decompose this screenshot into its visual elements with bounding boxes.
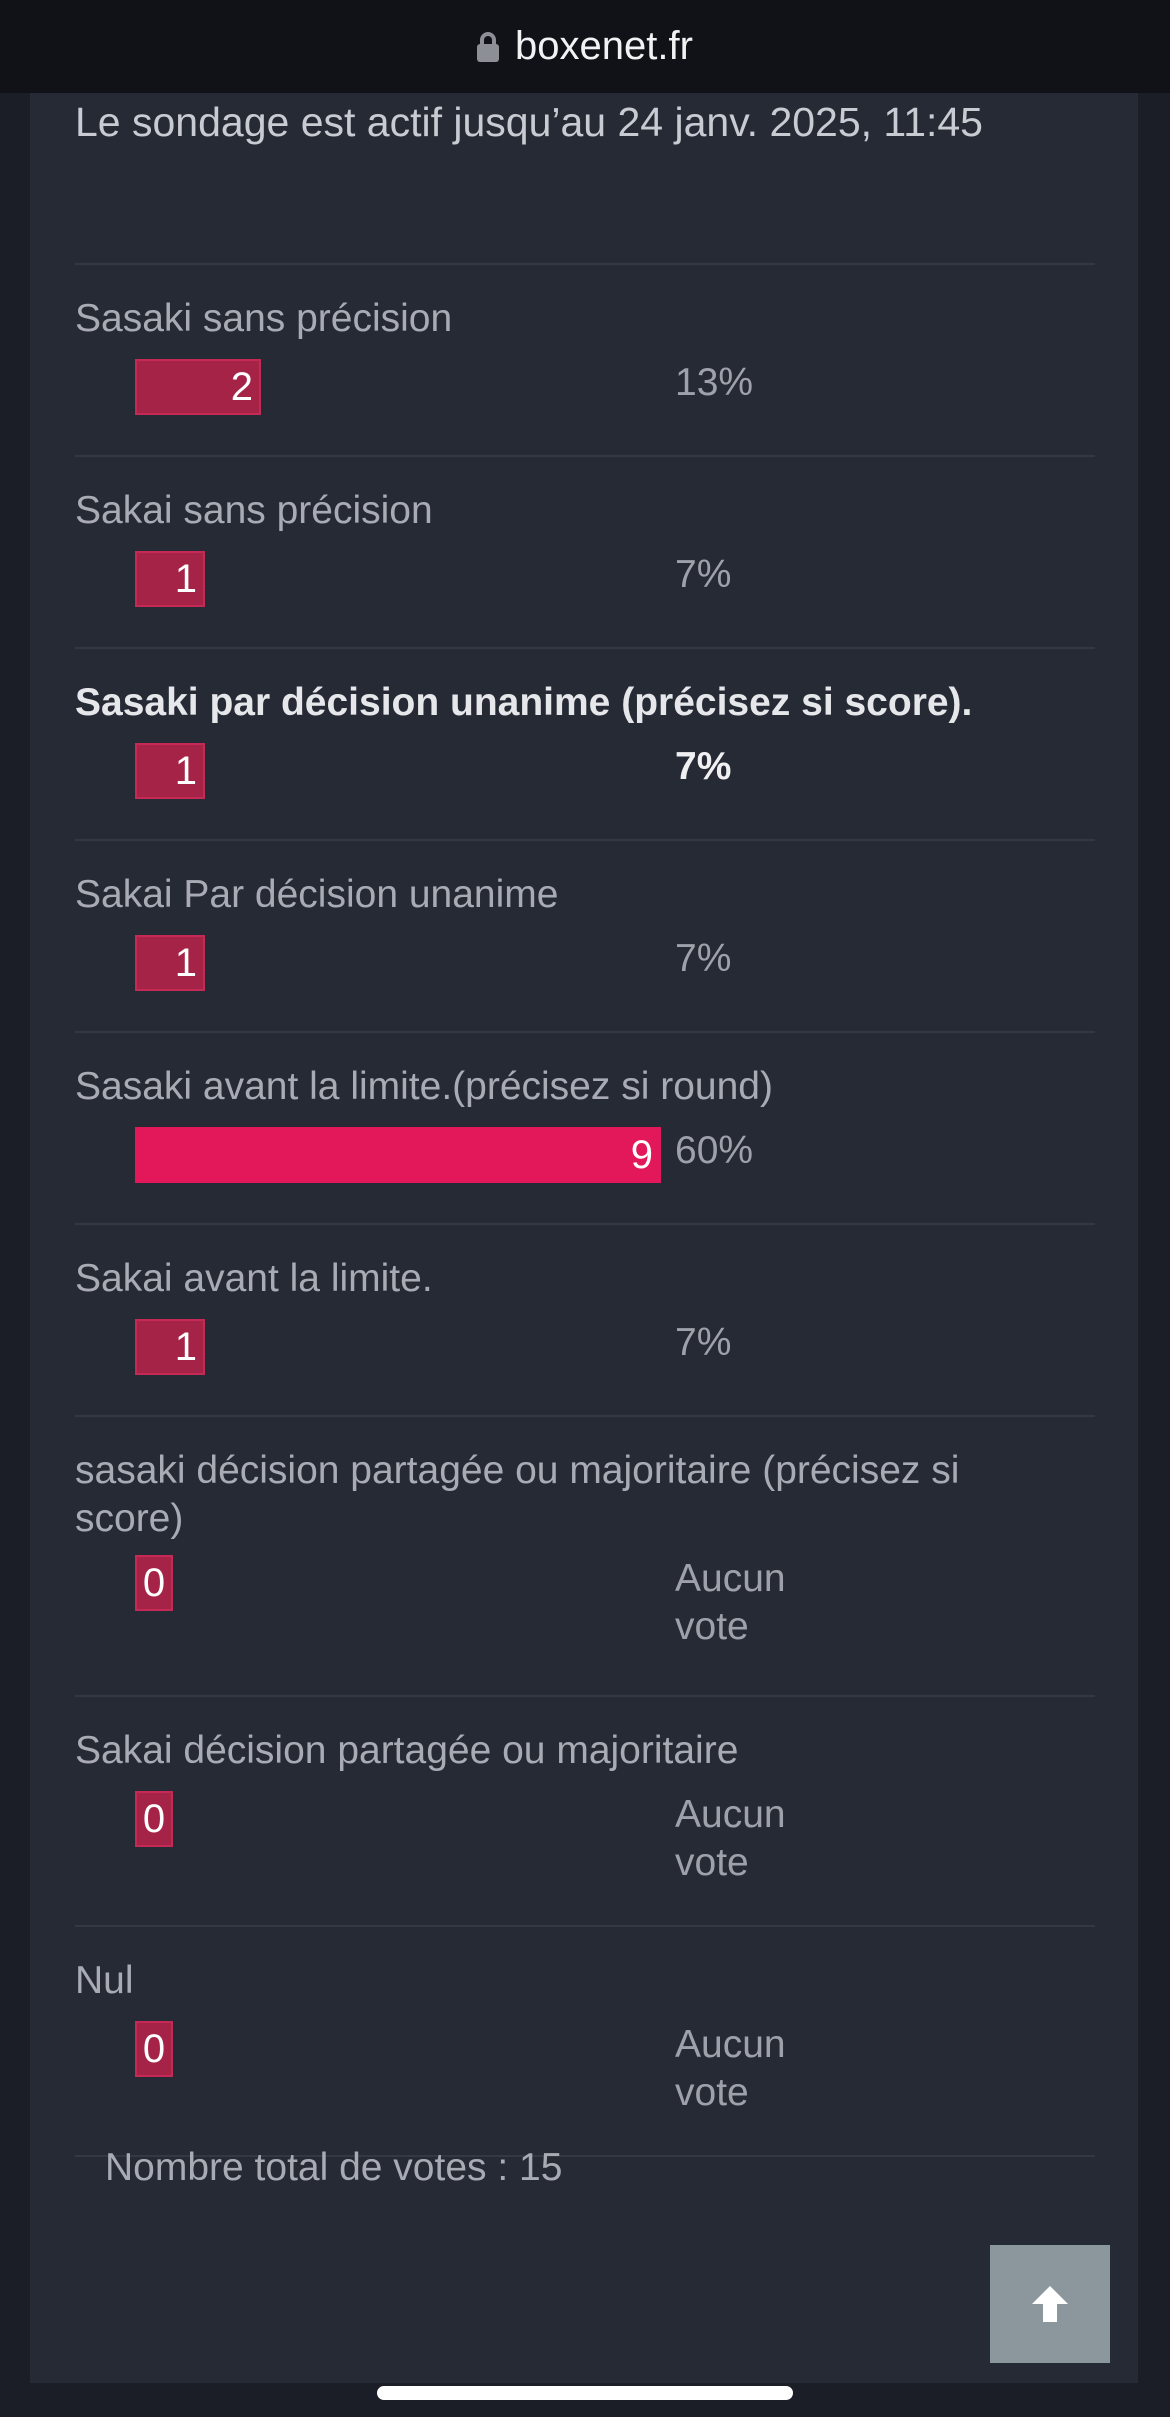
option-percent: 7%: [675, 937, 732, 980]
option-percent: Aucun vote: [675, 1793, 786, 1884]
browser-address-bar[interactable]: boxenet.fr: [0, 0, 1170, 93]
poll-option: Sakai avant la limite. 1 7%: [75, 1223, 1095, 1415]
home-indicator[interactable]: [377, 2386, 793, 2400]
option-label: Sasaki sans précision: [75, 297, 453, 340]
vote-bar: 1: [135, 551, 205, 607]
option-label: Sakai décision partagée ou majoritaire: [75, 1729, 739, 1772]
poll-option: Sakai décision partagée ou majoritaire 0…: [75, 1695, 1095, 1925]
scroll-to-top-button[interactable]: [990, 2245, 1110, 2363]
poll-option: Sasaki avant la limite.(précisez si roun…: [75, 1031, 1095, 1223]
poll-status: Le sondage est actif jusqu’au 24 janv. 2…: [75, 99, 983, 145]
poll-panel: Le sondage est actif jusqu’au 24 janv. 2…: [30, 93, 1138, 2383]
option-percent: 60%: [675, 1129, 754, 1172]
poll-option: Sakai Par décision unanime 1 7%: [75, 839, 1095, 1031]
poll-option: Sasaki sans précision 2 13%: [75, 263, 1095, 455]
option-label: sasaki décision partagée ou majoritaire …: [75, 1449, 960, 1540]
option-percent: 7%: [675, 553, 732, 596]
option-percent: 7%: [675, 1321, 732, 1364]
option-percent: 13%: [675, 361, 754, 404]
option-label: Sakai Par décision unanime: [75, 873, 559, 916]
vote-bar-leading: 9: [135, 1127, 661, 1183]
total-votes: Nombre total de votes : 15: [105, 2146, 563, 2189]
option-label: Sasaki avant la limite.(précisez si roun…: [75, 1065, 773, 1108]
vote-bar: 0: [135, 2021, 173, 2077]
option-percent: Aucun vote: [675, 2023, 786, 2114]
poll-option: Sasaki par décision unanime (précisez si…: [75, 647, 1095, 839]
browser-domain: boxenet.fr: [515, 24, 693, 68]
vote-bar: 1: [135, 1319, 205, 1375]
poll-option: Sakai sans précision 1 7%: [75, 455, 1095, 647]
vote-bar: 2: [135, 359, 261, 415]
option-label: Sakai avant la limite.: [75, 1257, 433, 1300]
option-label: Sakai sans précision: [75, 489, 433, 532]
arrow-up-icon: [1032, 2286, 1068, 2322]
poll-option: Nul 0 Aucun vote: [75, 1925, 1095, 2157]
lock-icon: [477, 31, 500, 62]
option-percent: Aucun vote: [675, 1557, 786, 1648]
option-label: Sasaki par décision unanime (précisez si…: [75, 681, 973, 724]
vote-bar: 0: [135, 1791, 173, 1847]
vote-bar: 1: [135, 935, 205, 991]
vote-bar: 0: [135, 1555, 173, 1611]
vote-bar: 1: [135, 743, 205, 799]
poll-option: sasaki décision partagée ou majoritaire …: [75, 1415, 1095, 1695]
option-label: Nul: [75, 1959, 134, 2002]
option-percent: 7%: [675, 745, 732, 788]
